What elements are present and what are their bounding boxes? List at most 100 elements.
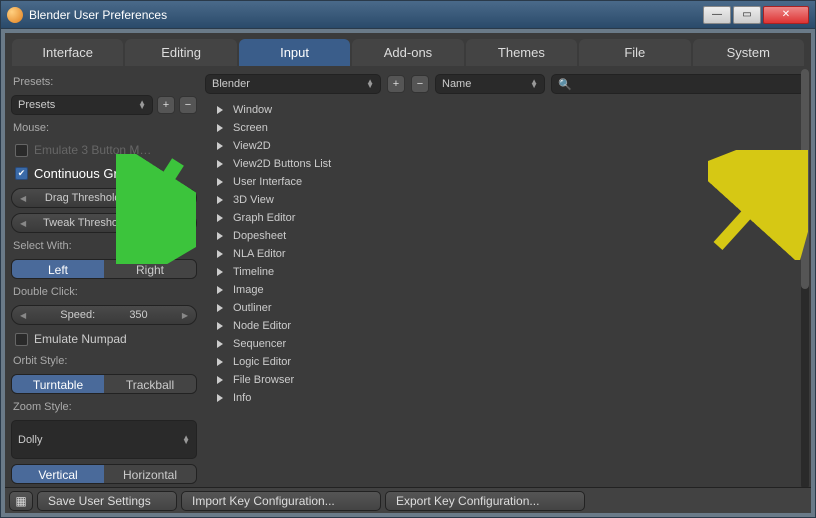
select-right-option[interactable]: Right [104, 260, 196, 278]
drag-threshold-field[interactable]: ◀ Drag Threshold: 5 px ▶ [11, 188, 197, 208]
left-panel: Presets: Presets ▲▼ + − Mouse: Emulate 3… [11, 74, 197, 484]
keymap-node-label: Timeline [233, 266, 274, 278]
keymap-node[interactable]: Window [217, 104, 805, 116]
keymap-node[interactable]: Outliner [217, 302, 805, 314]
scrollbar-thumb[interactable] [801, 69, 809, 289]
keymap-node[interactable]: Image [217, 284, 805, 296]
keymap-node[interactable]: File Browser [217, 374, 805, 386]
keymap-node[interactable]: View2D Buttons List [217, 158, 805, 170]
tab-editing[interactable]: Editing [125, 39, 236, 66]
keymap-node-label: View2D [233, 140, 271, 152]
keymap-node[interactable]: User Interface [217, 176, 805, 188]
client-area: InterfaceEditingInputAdd-onsThemesFileSy… [5, 33, 811, 513]
keymap-node[interactable]: Logic Editor [217, 356, 805, 368]
expand-triangle-icon [217, 106, 223, 114]
checkbox-icon [15, 144, 28, 157]
preset-add-button[interactable]: + [157, 96, 175, 114]
tab-interface[interactable]: Interface [12, 39, 123, 66]
keymap-node-label: View2D Buttons List [233, 158, 331, 170]
tweak-threshold-field[interactable]: ◀ Tweak Thresho: 10 px ▶ [11, 213, 197, 233]
keymap-sort-dropdown[interactable]: Name ▲▼ [435, 74, 545, 94]
keymap-node-label: 3D View [233, 194, 274, 206]
orbit-style-toggle[interactable]: Turntable Trackball [11, 374, 197, 394]
zoom-horizontal-option[interactable]: Horizontal [104, 465, 196, 483]
keymap-node-label: Window [233, 104, 272, 116]
mouse-label: Mouse: [11, 120, 197, 136]
tab-input[interactable]: Input [239, 39, 350, 66]
tab-file[interactable]: File [579, 39, 690, 66]
keymap-node-label: Node Editor [233, 320, 291, 332]
keymap-search-input[interactable]: 🔍 [551, 74, 805, 94]
expand-triangle-icon [217, 196, 223, 204]
keymap-node-label: Image [233, 284, 264, 296]
keymap-node[interactable]: Info [217, 392, 805, 404]
increment-icon: ▶ [182, 194, 188, 203]
presets-dropdown[interactable]: Presets ▲▼ [11, 95, 153, 115]
vertical-scrollbar[interactable] [801, 69, 809, 489]
keymap-node-label: File Browser [233, 374, 294, 386]
expand-triangle-icon [217, 340, 223, 348]
keymap-node-label: NLA Editor [233, 248, 286, 260]
select-with-toggle[interactable]: Left Right [11, 259, 197, 279]
preset-remove-button[interactable]: − [179, 96, 197, 114]
keymap-add-button[interactable]: + [387, 75, 405, 93]
keymap-node[interactable]: Timeline [217, 266, 805, 278]
minimize-button[interactable]: — [703, 6, 731, 24]
keymap-node[interactable]: View2D [217, 140, 805, 152]
orbit-trackball-option[interactable]: Trackball [104, 375, 196, 393]
emulate-numpad-checkbox[interactable]: Emulate Numpad [11, 330, 197, 348]
zoom-axis-toggle[interactable]: Vertical Horizontal [11, 464, 197, 484]
import-keyconfig-button[interactable]: Import Key Configuration... [181, 491, 381, 511]
tab-themes[interactable]: Themes [466, 39, 577, 66]
keymap-node[interactable]: 3D View [217, 194, 805, 206]
keymap-node-label: Info [233, 392, 251, 404]
double-click-label: Double Click: [11, 284, 197, 300]
footer-bar: ▦ Save User Settings Import Key Configur… [5, 487, 811, 513]
increment-icon: ▶ [182, 219, 188, 228]
continuous-grab-checkbox[interactable]: Continuous Grab [11, 164, 197, 183]
expand-triangle-icon [217, 268, 223, 276]
expand-triangle-icon [217, 358, 223, 366]
expand-triangle-icon [217, 322, 223, 330]
blender-icon [7, 7, 23, 23]
expand-triangle-icon [217, 304, 223, 312]
tab-add-ons[interactable]: Add-ons [352, 39, 463, 66]
export-keyconfig-button[interactable]: Export Key Configuration... [385, 491, 585, 511]
checkbox-icon [15, 333, 28, 346]
expand-triangle-icon [217, 250, 223, 258]
double-click-speed-field[interactable]: ◀ Speed: 350 ▶ [11, 305, 197, 325]
select-left-option[interactable]: Left [12, 260, 104, 278]
expand-triangle-icon [217, 214, 223, 222]
prefs-tabs: InterfaceEditingInputAdd-onsThemesFileSy… [5, 33, 811, 66]
keymap-node[interactable]: Screen [217, 122, 805, 134]
tab-system[interactable]: System [693, 39, 804, 66]
increment-icon: ▶ [182, 311, 188, 320]
close-button[interactable]: ✕ [763, 6, 809, 24]
keymap-node[interactable]: NLA Editor [217, 248, 805, 260]
keymap-node[interactable]: Dopesheet [217, 230, 805, 242]
save-settings-button[interactable]: Save User Settings [37, 491, 177, 511]
orbit-turntable-option[interactable]: Turntable [12, 375, 104, 393]
keymap-node[interactable]: Sequencer [217, 338, 805, 350]
keymap-preset-dropdown[interactable]: Blender ▲▼ [205, 74, 381, 94]
keymap-node[interactable]: Graph Editor [217, 212, 805, 224]
expand-triangle-icon [217, 376, 223, 384]
keymap-remove-button[interactable]: − [411, 75, 429, 93]
expand-triangle-icon [217, 394, 223, 402]
keymap-node-label: User Interface [233, 176, 302, 188]
zoom-vertical-option[interactable]: Vertical [12, 465, 104, 483]
keymap-node[interactable]: Node Editor [217, 320, 805, 332]
keymap-node-label: Outliner [233, 302, 272, 314]
dropdown-arrows-icon: ▲▼ [530, 80, 538, 88]
presets-value: Presets [18, 99, 55, 111]
decrement-icon: ◀ [20, 194, 26, 203]
editor-type-menu-button[interactable]: ▦ [9, 491, 33, 511]
maximize-button[interactable]: ▭ [733, 6, 761, 24]
keymap-panel: Blender ▲▼ + − Name ▲▼ 🔍 Window Screen Vie… [205, 74, 805, 484]
zoom-mode-dropdown[interactable]: Dolly ▲▼ [11, 420, 197, 459]
checkbox-icon [15, 167, 28, 180]
emulate-3button-checkbox[interactable]: Emulate 3 Button M… [11, 141, 197, 159]
presets-label: Presets: [11, 74, 197, 90]
expand-triangle-icon [217, 124, 223, 132]
expand-triangle-icon [217, 178, 223, 186]
